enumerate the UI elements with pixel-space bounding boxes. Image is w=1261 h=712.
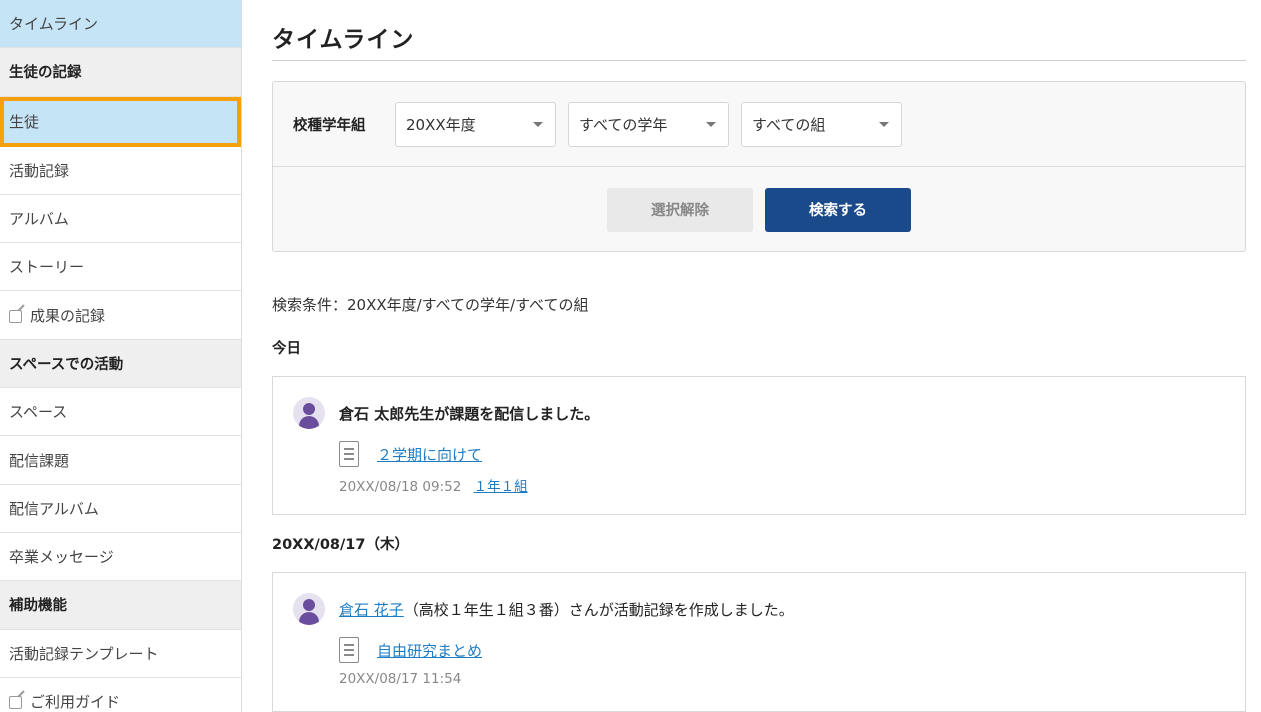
sidebar-item-story[interactable]: ストーリー [0, 243, 241, 292]
search-panel: 校種学年組 20XX年度 すべての学年 すべての組 選択解除 検索する [272, 81, 1246, 252]
sidebar-item-label: タイムライン [9, 15, 98, 34]
search-condition-text: 検索条件：20XX年度/すべての学年/すべての組 [272, 296, 589, 314]
timeline-entry-text: 倉石 太郎先生が課題を配信しました。 [339, 404, 600, 423]
grade-select-value: すべての学年 [579, 115, 668, 134]
sidebar-item-label: 活動記録テンプレート [9, 644, 159, 663]
year-select[interactable]: 20XX年度 [395, 101, 556, 147]
clear-selection-button[interactable]: 選択解除 [607, 187, 753, 232]
year-select-value: 20XX年度 [406, 115, 476, 134]
timestamp: 20XX/08/17 11:54 [339, 671, 462, 687]
sidebar-item-album[interactable]: アルバム [0, 195, 241, 244]
class-select[interactable]: すべての組 [741, 101, 902, 147]
timeline-entry-meta: 20XX/08/17 11:54 [293, 671, 1225, 695]
sidebar-item-label: 生徒 [9, 112, 40, 131]
search-button-row: 選択解除 検索する [273, 167, 1245, 252]
timeline-entry-header: 倉石 花子（高校１年生１組３番）さんが活動記録を作成しました。 [293, 593, 1225, 625]
sidebar-item-delivered-album[interactable]: 配信アルバム [0, 485, 241, 533]
timeline-entry-header: 倉石 太郎先生が課題を配信しました。 [293, 397, 1225, 429]
document-link[interactable]: 自由研究まとめ [377, 640, 482, 661]
main-content: タイムライン 校種学年組 20XX年度 すべての学年 すべての組 選択解除 検索… [272, 0, 1246, 712]
sidebar: タイムライン 生徒の記録 生徒 活動記録 アルバム ストーリー 成果の記録 スペ… [0, 0, 242, 712]
timeline-entry: 倉石 花子（高校１年生１組３番）さんが活動記録を作成しました。 自由研究まとめ … [272, 572, 1246, 712]
sidebar-item-students[interactable]: 生徒 [0, 96, 241, 147]
sidebar-item-label: 活動記録 [9, 161, 70, 180]
sidebar-section-label: 生徒の記録 [9, 65, 82, 82]
sidebar-item-label: 成果の記録 [30, 306, 106, 325]
page-title: タイムライン [272, 0, 1246, 61]
chevron-down-icon [706, 121, 716, 127]
class-link[interactable]: １年１組 [474, 479, 528, 495]
avatar [293, 397, 325, 429]
sidebar-section-label: スペースでの活動 [9, 356, 124, 373]
sidebar-item-timeline[interactable]: タイムライン [0, 0, 241, 49]
sidebar-item-activity-records[interactable]: 活動記録 [0, 147, 241, 195]
sidebar-item-space[interactable]: スペース [0, 388, 241, 437]
timeline-entry-meta: 20XX/08/18 09:52 １年１組 [293, 475, 1225, 499]
sidebar-item-label: アルバム [9, 210, 69, 229]
external-link-icon [9, 309, 22, 323]
timeline-entry-rest: （高校１年生１組３番）さんが活動記録を作成しました。 [403, 600, 794, 619]
sidebar-item-user-guide[interactable]: ご利用ガイド [0, 678, 241, 712]
sidebar-item-label: 卒業メッセージ [9, 548, 114, 567]
sidebar-item-activity-template[interactable]: 活動記録テンプレート [0, 630, 241, 678]
sidebar-item-achievement-records[interactable]: 成果の記録 [0, 291, 241, 340]
sidebar-item-label: ご利用ガイド [30, 693, 121, 711]
sidebar-item-label: スペース [9, 403, 68, 422]
document-link[interactable]: ２学期に向けて [377, 444, 482, 465]
student-link[interactable]: 倉石 花子 [339, 601, 404, 619]
sidebar-item-graduation-message[interactable]: 卒業メッセージ [0, 533, 241, 582]
sidebar-section-space-activities: スペースでの活動 [0, 339, 241, 389]
timeline-day-label: 今日 [272, 341, 301, 357]
sidebar-section-student-records: 生徒の記録 [0, 48, 241, 97]
search-filter-row: 校種学年組 20XX年度 すべての学年 すべての組 [273, 82, 1245, 167]
class-select-value: すべての組 [752, 115, 826, 134]
sidebar-section-label: 補助機能 [9, 598, 67, 615]
sidebar-item-label: 配信課題 [9, 451, 70, 470]
chevron-down-icon [879, 121, 889, 127]
school-grade-class-label: 校種学年組 [293, 117, 366, 134]
avatar [293, 593, 325, 625]
sidebar-item-delivered-assignments[interactable]: 配信課題 [0, 436, 241, 485]
external-link-icon [9, 696, 22, 709]
timeline-entry-document: 自由研究まとめ [293, 635, 1225, 665]
document-icon [339, 637, 359, 663]
timeline-day-label: 20XX/08/17（木） [272, 537, 409, 553]
chevron-down-icon [533, 121, 543, 127]
timeline-entry-document: ２学期に向けて [293, 439, 1225, 473]
timeline-entry: 倉石 太郎先生が課題を配信しました。 ２学期に向けて 20XX/08/18 09… [272, 376, 1246, 515]
timestamp: 20XX/08/18 09:52 [339, 479, 462, 495]
grade-select[interactable]: すべての学年 [568, 101, 729, 147]
sidebar-section-support-functions: 補助機能 [0, 581, 241, 630]
sidebar-item-label: ストーリー [9, 258, 85, 277]
documents-icon [335, 441, 359, 473]
timeline-entry-text: 倉石 花子（高校１年生１組３番）さんが活動記録を作成しました。 [339, 599, 794, 620]
search-button[interactable]: 検索する [765, 187, 911, 232]
sidebar-item-label: 配信アルバム [9, 499, 99, 518]
